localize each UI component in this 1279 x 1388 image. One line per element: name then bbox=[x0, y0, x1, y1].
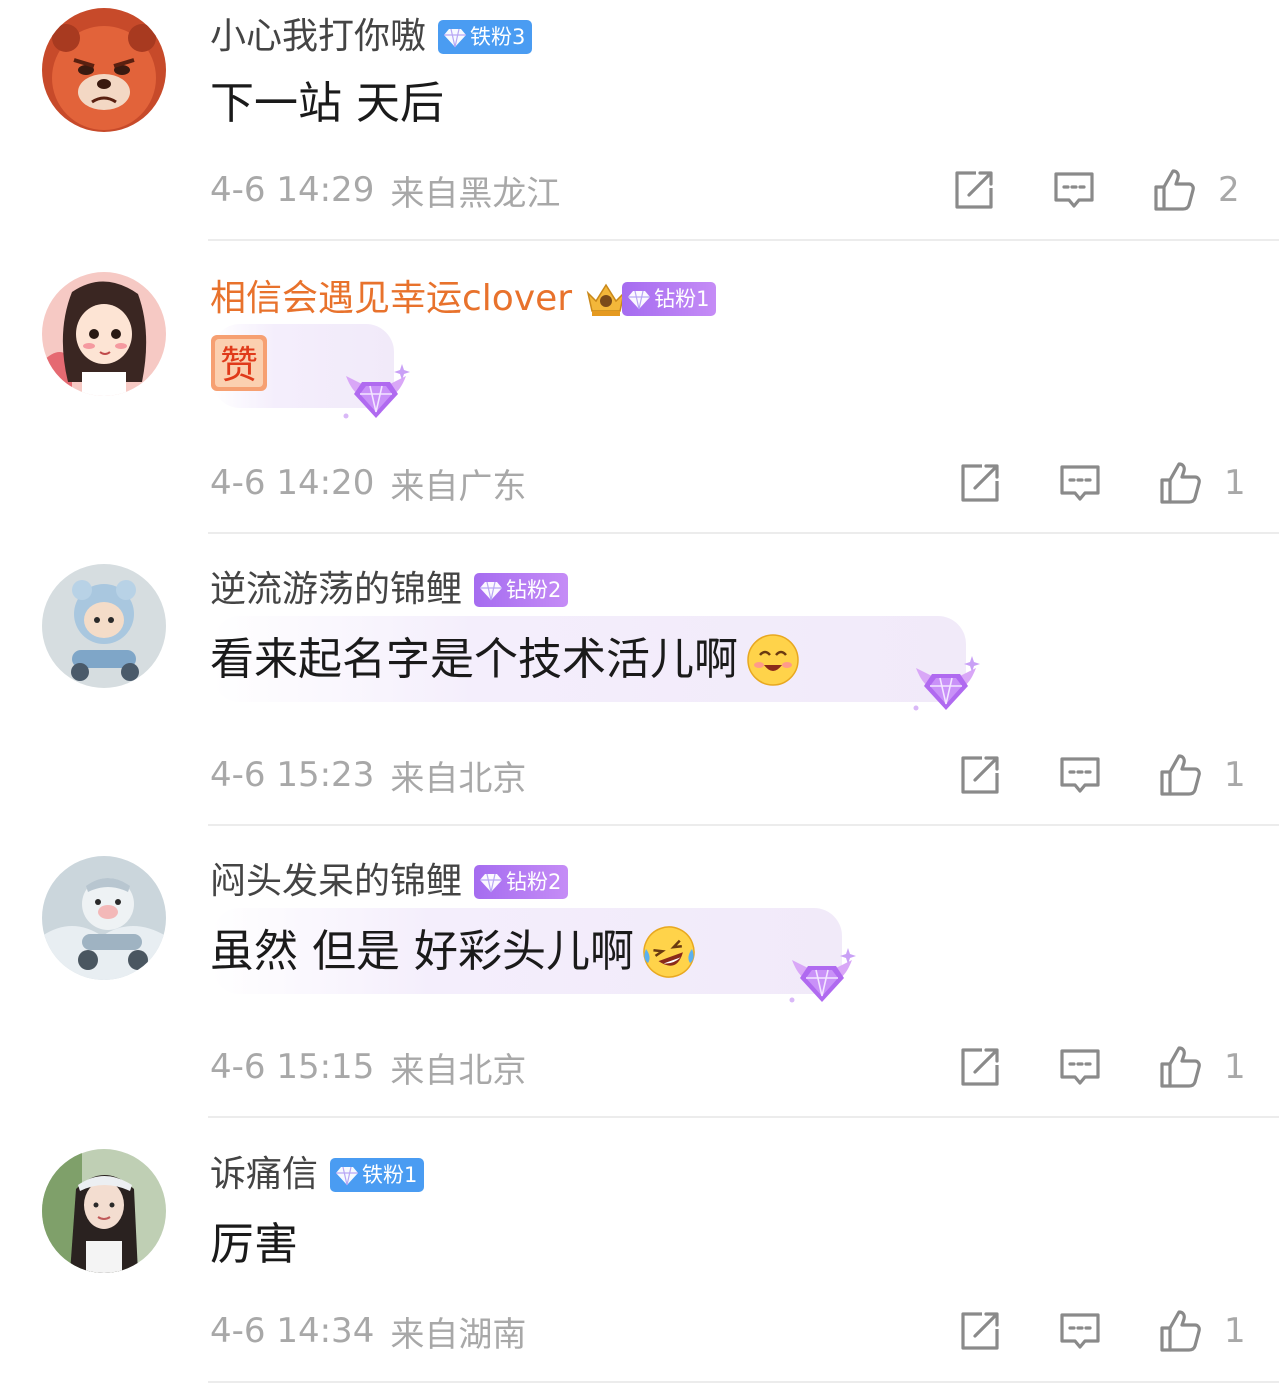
like-count: 1 bbox=[1224, 755, 1246, 795]
share-button[interactable] bbox=[958, 1042, 1002, 1092]
avatar[interactable] bbox=[42, 564, 166, 688]
avatar[interactable] bbox=[42, 1149, 166, 1273]
fan-badge[interactable]: 铁粉3 bbox=[438, 20, 533, 54]
username[interactable]: 诉痛信 bbox=[210, 1150, 318, 1200]
diamond-icon bbox=[335, 1163, 359, 1187]
share-icon bbox=[958, 1309, 1002, 1353]
diamond-icon bbox=[443, 25, 467, 49]
like-button[interactable]: 1 bbox=[1158, 458, 1246, 508]
thumbs-up-icon bbox=[1158, 1045, 1202, 1089]
comment-text: 厉害 bbox=[210, 1219, 298, 1270]
like-button[interactable]: 2 bbox=[1152, 165, 1240, 215]
share-icon bbox=[952, 168, 996, 212]
like-count: 2 bbox=[1218, 170, 1240, 210]
share-icon bbox=[958, 1045, 1002, 1089]
fan-badge[interactable]: 钻粉2 bbox=[474, 573, 569, 607]
comment-text: 下一站 天后 bbox=[210, 78, 444, 129]
divider bbox=[208, 1116, 1279, 1118]
comment-time: 4-6 14:29 bbox=[210, 170, 375, 210]
comment-text: 看来起名字是个技术活儿啊 bbox=[210, 634, 738, 685]
comment-icon bbox=[1058, 1309, 1102, 1353]
like-count: 1 bbox=[1224, 463, 1246, 503]
share-button[interactable] bbox=[958, 750, 1002, 800]
like-button[interactable]: 1 bbox=[1158, 750, 1246, 800]
laughing-crying-face-icon bbox=[643, 926, 695, 978]
comment-location: 来自北京 bbox=[390, 1050, 527, 1091]
reply-button[interactable] bbox=[1058, 1306, 1102, 1356]
badge-label: 铁粉3 bbox=[470, 25, 526, 49]
zan-sticker: 赞 bbox=[211, 335, 267, 391]
thumbs-up-icon bbox=[1158, 1309, 1202, 1353]
sticker-text: 赞 bbox=[220, 343, 258, 387]
comment-location: 来自广东 bbox=[390, 466, 527, 507]
comment-location: 来自黑龙江 bbox=[390, 173, 561, 214]
diamond-icon bbox=[479, 578, 503, 602]
smiling-face-icon bbox=[747, 634, 799, 686]
comment-icon bbox=[1058, 753, 1102, 797]
like-count: 1 bbox=[1224, 1047, 1246, 1087]
divider bbox=[208, 1381, 1279, 1383]
diamond-wings-icon bbox=[908, 654, 984, 718]
comment-time: 4-6 15:23 bbox=[210, 755, 375, 795]
thumbs-up-icon bbox=[1158, 753, 1202, 797]
avatar[interactable] bbox=[42, 856, 166, 980]
fan-badge[interactable]: 钻粉2 bbox=[474, 865, 569, 899]
reply-button[interactable] bbox=[1052, 165, 1096, 215]
diamond-icon bbox=[627, 287, 651, 311]
username[interactable]: 相信会遇见幸运clover bbox=[210, 274, 572, 324]
fan-badge[interactable]: 铁粉1 bbox=[330, 1158, 425, 1192]
comment-icon bbox=[1058, 461, 1102, 505]
reply-button[interactable] bbox=[1058, 1042, 1102, 1092]
fan-badge[interactable]: 钻粉1 bbox=[622, 282, 717, 316]
share-button[interactable] bbox=[958, 458, 1002, 508]
username[interactable]: 小心我打你嗷 bbox=[210, 12, 426, 62]
avatar[interactable] bbox=[42, 8, 166, 132]
diamond-wings-icon bbox=[338, 362, 414, 426]
comment-location: 来自北京 bbox=[390, 758, 527, 799]
divider bbox=[208, 532, 1279, 534]
badge-label: 钻粉1 bbox=[654, 287, 710, 311]
comment-icon bbox=[1058, 1045, 1102, 1089]
comment-feed: 小心我打你嗷 铁粉3 下一站 天后 4-6 14:29 来自黑龙江 2 相信会遇… bbox=[0, 0, 1279, 1388]
username[interactable]: 逆流游荡的锦鲤 bbox=[210, 565, 462, 615]
share-button[interactable] bbox=[952, 165, 996, 215]
divider bbox=[208, 824, 1279, 826]
thumbs-up-icon bbox=[1158, 461, 1202, 505]
thumbs-up-icon bbox=[1152, 168, 1196, 212]
reply-button[interactable] bbox=[1058, 458, 1102, 508]
reply-button[interactable] bbox=[1058, 750, 1102, 800]
comment-time: 4-6 15:15 bbox=[210, 1047, 375, 1087]
comment-time: 4-6 14:34 bbox=[210, 1311, 375, 1351]
diamond-icon bbox=[479, 870, 503, 894]
diamond-wings-icon bbox=[784, 946, 860, 1010]
username[interactable]: 闷头发呆的锦鲤 bbox=[210, 857, 462, 907]
like-button[interactable]: 1 bbox=[1158, 1306, 1246, 1356]
share-icon bbox=[958, 753, 1002, 797]
share-button[interactable] bbox=[958, 1306, 1002, 1356]
comment-time: 4-6 14:20 bbox=[210, 463, 375, 503]
comment-icon bbox=[1052, 168, 1096, 212]
like-button[interactable]: 1 bbox=[1158, 1042, 1246, 1092]
like-count: 1 bbox=[1224, 1311, 1246, 1351]
divider bbox=[208, 239, 1279, 241]
avatar[interactable] bbox=[42, 272, 166, 396]
badge-label: 铁粉1 bbox=[362, 1163, 418, 1187]
badge-label: 钻粉2 bbox=[506, 578, 562, 602]
badge-label: 钻粉2 bbox=[506, 870, 562, 894]
share-icon bbox=[958, 461, 1002, 505]
comment-location: 来自湖南 bbox=[390, 1314, 527, 1355]
comment-text: 虽然 但是 好彩头儿啊 bbox=[210, 926, 634, 977]
